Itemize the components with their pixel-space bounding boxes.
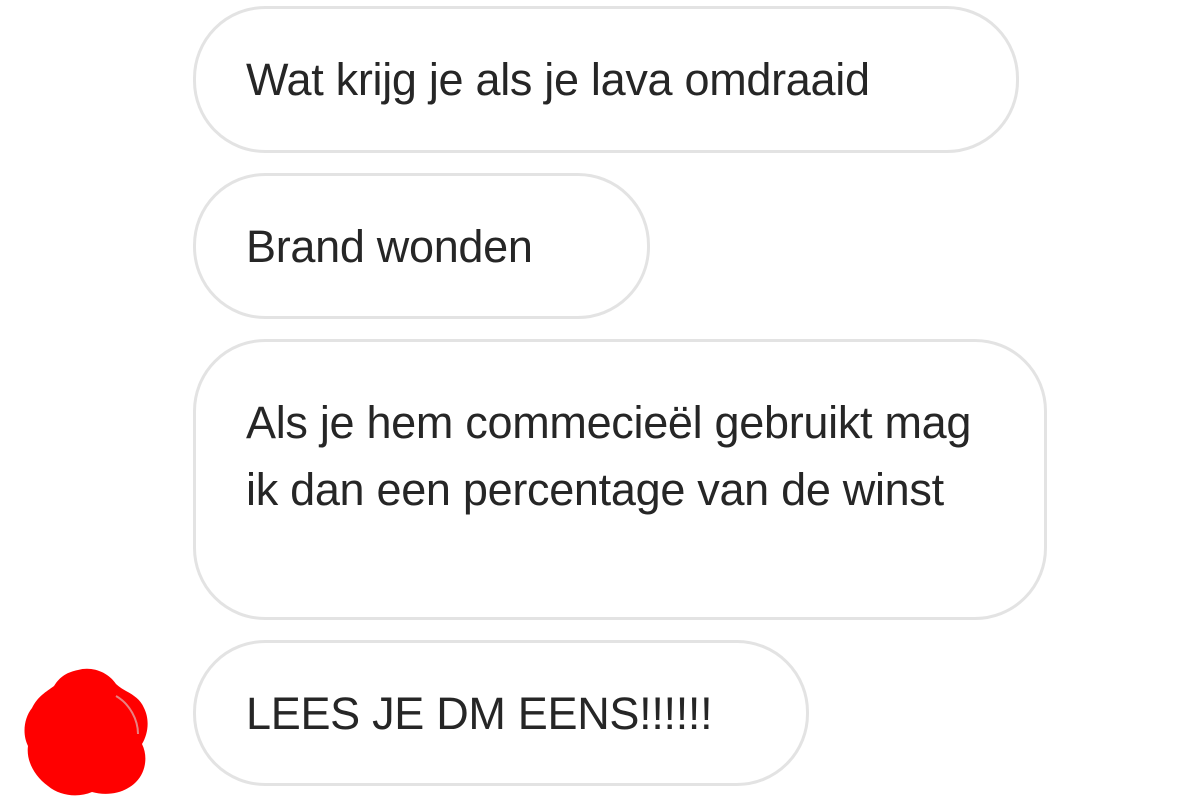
message-bubble[interactable]: Als je hem commecieël gebruikt mag ik da… (193, 339, 1047, 620)
message-text: LEES JE DM EENS!!!!!! (246, 687, 713, 739)
avatar[interactable] (20, 664, 160, 798)
message-bubble[interactable]: Wat krijg je als je lava omdraaid (193, 6, 1019, 153)
message-text: Wat krijg je als je lava omdraaid (246, 54, 870, 105)
message-bubble[interactable]: LEES JE DM EENS!!!!!! (193, 640, 809, 786)
message-thread: Wat krijg je als je lava omdraaid Brand … (0, 0, 1200, 798)
redacted-avatar-icon (24, 668, 148, 796)
message-text: Brand wonden (246, 220, 533, 272)
message-text: Als je hem commecieël gebruikt mag ik da… (246, 397, 972, 515)
redaction-scribble (24, 668, 148, 796)
message-bubble[interactable]: Brand wonden (193, 173, 650, 319)
